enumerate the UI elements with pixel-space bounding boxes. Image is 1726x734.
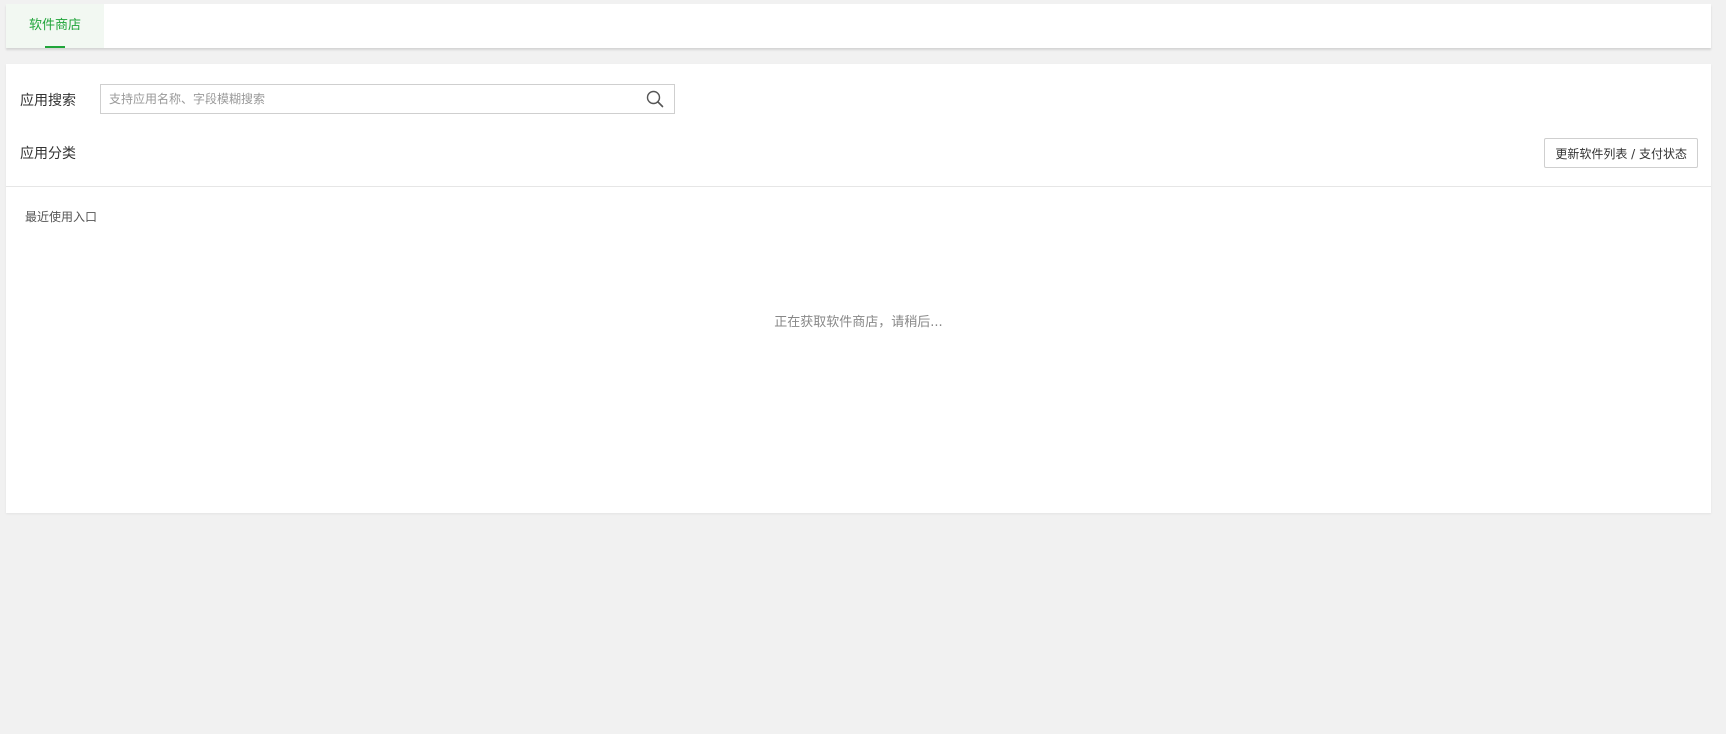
tab-active-indicator: [45, 46, 65, 48]
category-label: 应用分类: [20, 146, 76, 162]
tab-software-store[interactable]: 软件商店: [6, 4, 104, 48]
update-list-button[interactable]: 更新软件列表 / 支付状态: [1544, 138, 1698, 168]
search-input[interactable]: [101, 85, 647, 113]
tab-label: 软件商店: [28, 18, 81, 33]
search-box: [100, 84, 675, 114]
search-label: 应用搜索: [20, 93, 76, 109]
loading-status: 正在获取软件商店，请稍后...: [774, 315, 943, 330]
software-store-panel: 应用搜索 应用分类 更新软件列表 / 支付状态 最近使用入口 正在获取软件商店，…: [6, 64, 1711, 513]
divider: [6, 186, 1711, 187]
search-icon[interactable]: [646, 90, 664, 108]
tab-bar: 软件商店: [6, 4, 1711, 48]
recent-entries-label: 最近使用入口: [25, 210, 98, 224]
